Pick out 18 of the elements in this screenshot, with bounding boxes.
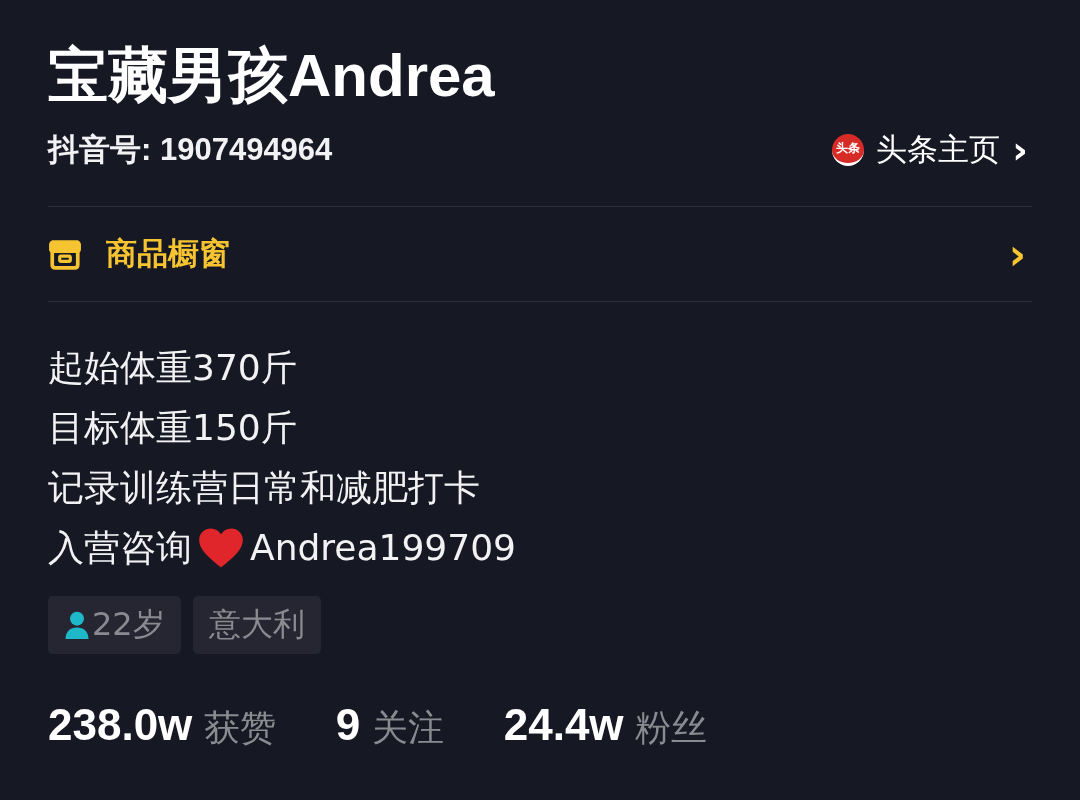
bio-text: 起始体重370斤 [48, 346, 297, 390]
store-icon [48, 238, 82, 270]
bio-text: 入营咨询 [48, 526, 192, 570]
account-id: 抖音号: 1907494964 [48, 131, 333, 169]
shop-window-link[interactable]: 商品橱窗 › [48, 224, 1032, 284]
bio-text: 目标体重150斤 [48, 406, 297, 450]
stat-count: 24.4w 粉丝 [503, 700, 708, 751]
stat-count: 9 关注 [335, 700, 444, 751]
stat-count: 238.0w 获赞 [48, 700, 276, 751]
toutiao-logo-icon: 头条 [832, 134, 865, 166]
bio-text: 记录训练营日常和减肥打卡 [48, 466, 480, 510]
age-text: 22岁 [92, 604, 165, 645]
heart-icon [198, 527, 244, 569]
location-text: 意大利 [208, 604, 305, 645]
person-icon [64, 611, 90, 639]
profile-name: 宝藏男孩Andrea [48, 41, 496, 111]
homepage-link[interactable]: 头条 头条主页 › [832, 129, 1028, 171]
bio-text: Andrea199709 [250, 526, 516, 570]
